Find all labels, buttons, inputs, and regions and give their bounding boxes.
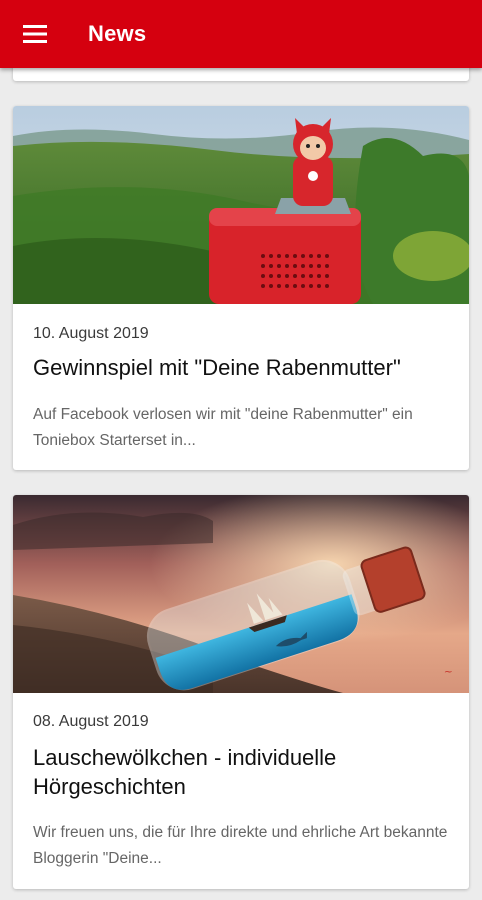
article-image-toniebox xyxy=(13,106,469,304)
article-excerpt: Wir freuen uns, die für Ihre direkte und… xyxy=(33,824,448,867)
article-image-bottle-ship: ~ xyxy=(13,495,469,693)
article-title[interactable]: Gewinnspiel mit "Deine Rabenmutter" xyxy=(33,353,453,382)
article-date: 08. August 2019 xyxy=(33,713,149,730)
news-card[interactable]: ~ 08. August 2019 Lauschewölkchen - indi… xyxy=(13,495,469,889)
article-excerpt: Auf Facebook verlosen wir mit "deine Rab… xyxy=(33,406,413,449)
hamburger-menu-icon xyxy=(23,25,47,43)
news-card[interactable]: 10. August 2019 Gewinnspiel mit "Deine R… xyxy=(13,106,469,470)
page-title: News xyxy=(88,21,147,46)
hamburger-menu-button[interactable] xyxy=(0,0,70,68)
article-title[interactable]: Lauschewölkchen - individuelle Hörgeschi… xyxy=(33,743,453,801)
article-date: 10. August 2019 xyxy=(33,325,149,342)
app-bar: News xyxy=(0,0,482,68)
svg-text:~: ~ xyxy=(444,665,453,678)
